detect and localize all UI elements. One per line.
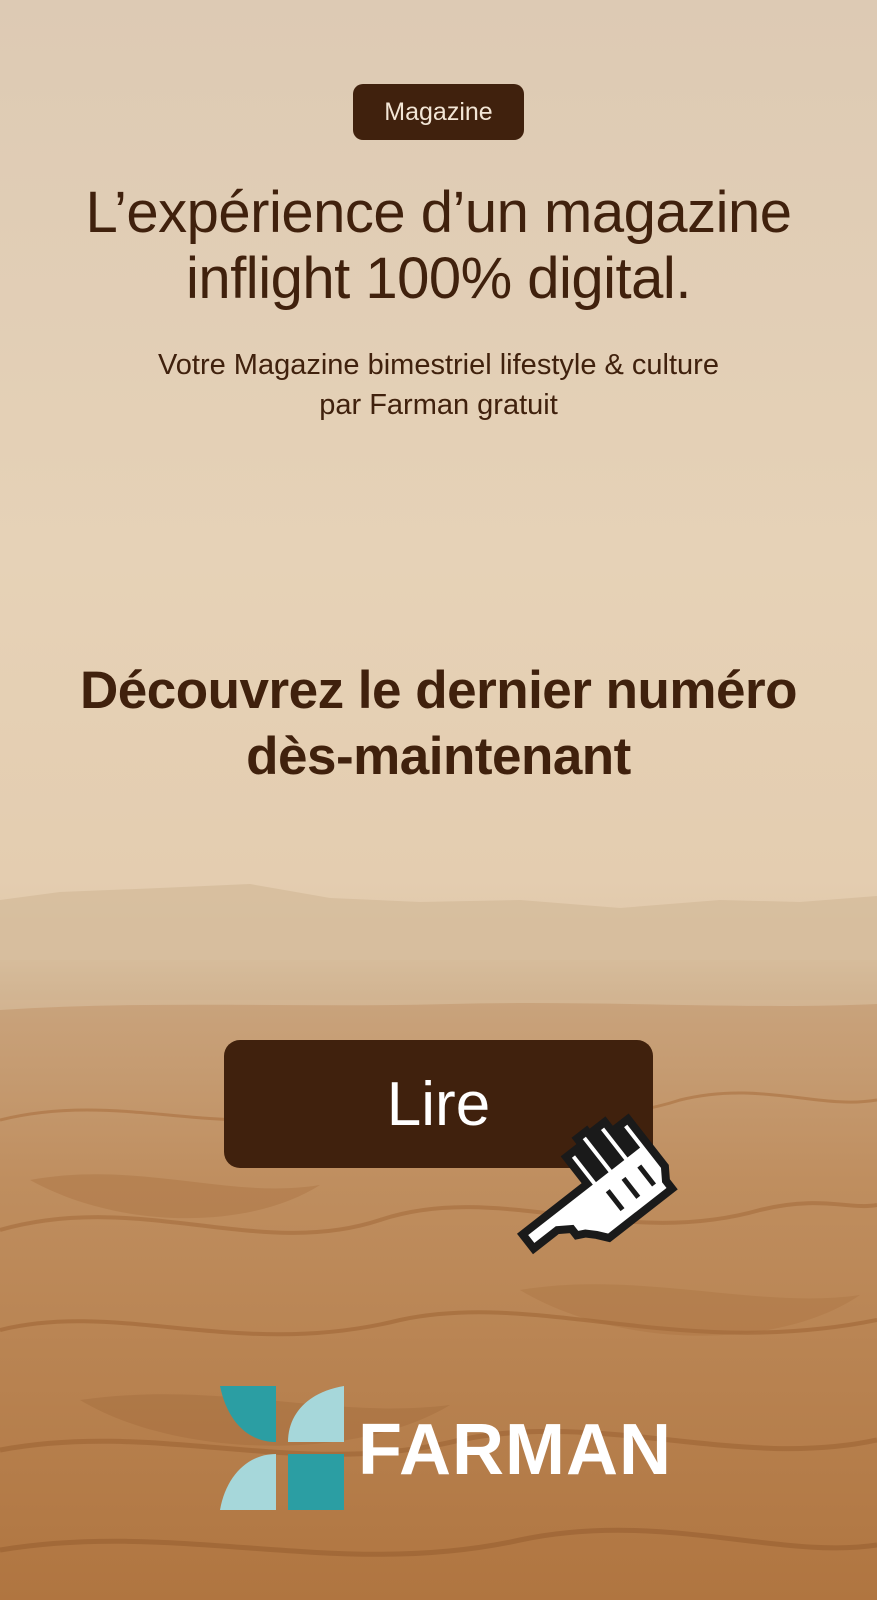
hero-subtitle: Votre Magazine bimestriel lifestyle & cu… bbox=[120, 345, 757, 425]
hero-headline-line-1: L’expérience d’un magazine bbox=[85, 180, 792, 245]
cta-heading-line-1: Découvrez le dernier numéro bbox=[80, 661, 797, 720]
magazine-badge: Magazine bbox=[353, 84, 524, 140]
hero-subtitle-line-1: Votre Magazine bimestriel lifestyle & cu… bbox=[158, 349, 719, 381]
hero-headline-line-2: inflight 100% digital. bbox=[186, 246, 691, 311]
hero-subtitle-line-2: par Farman gratuit bbox=[319, 389, 558, 421]
magazine-badge-label: Magazine bbox=[384, 97, 493, 126]
cta-heading-line-2: dès-maintenant bbox=[246, 727, 631, 786]
cta-heading: Découvrez le dernier numéro dès-maintena… bbox=[40, 658, 837, 790]
brand-name: FARMAN bbox=[358, 1410, 672, 1490]
read-button-label: Lire bbox=[386, 1069, 491, 1139]
pointing-hand-cursor-icon bbox=[516, 1113, 678, 1255]
four-petal-logo-icon bbox=[220, 1386, 344, 1510]
hero-headline: L’expérience d’un magazine inflight 100%… bbox=[0, 180, 877, 312]
